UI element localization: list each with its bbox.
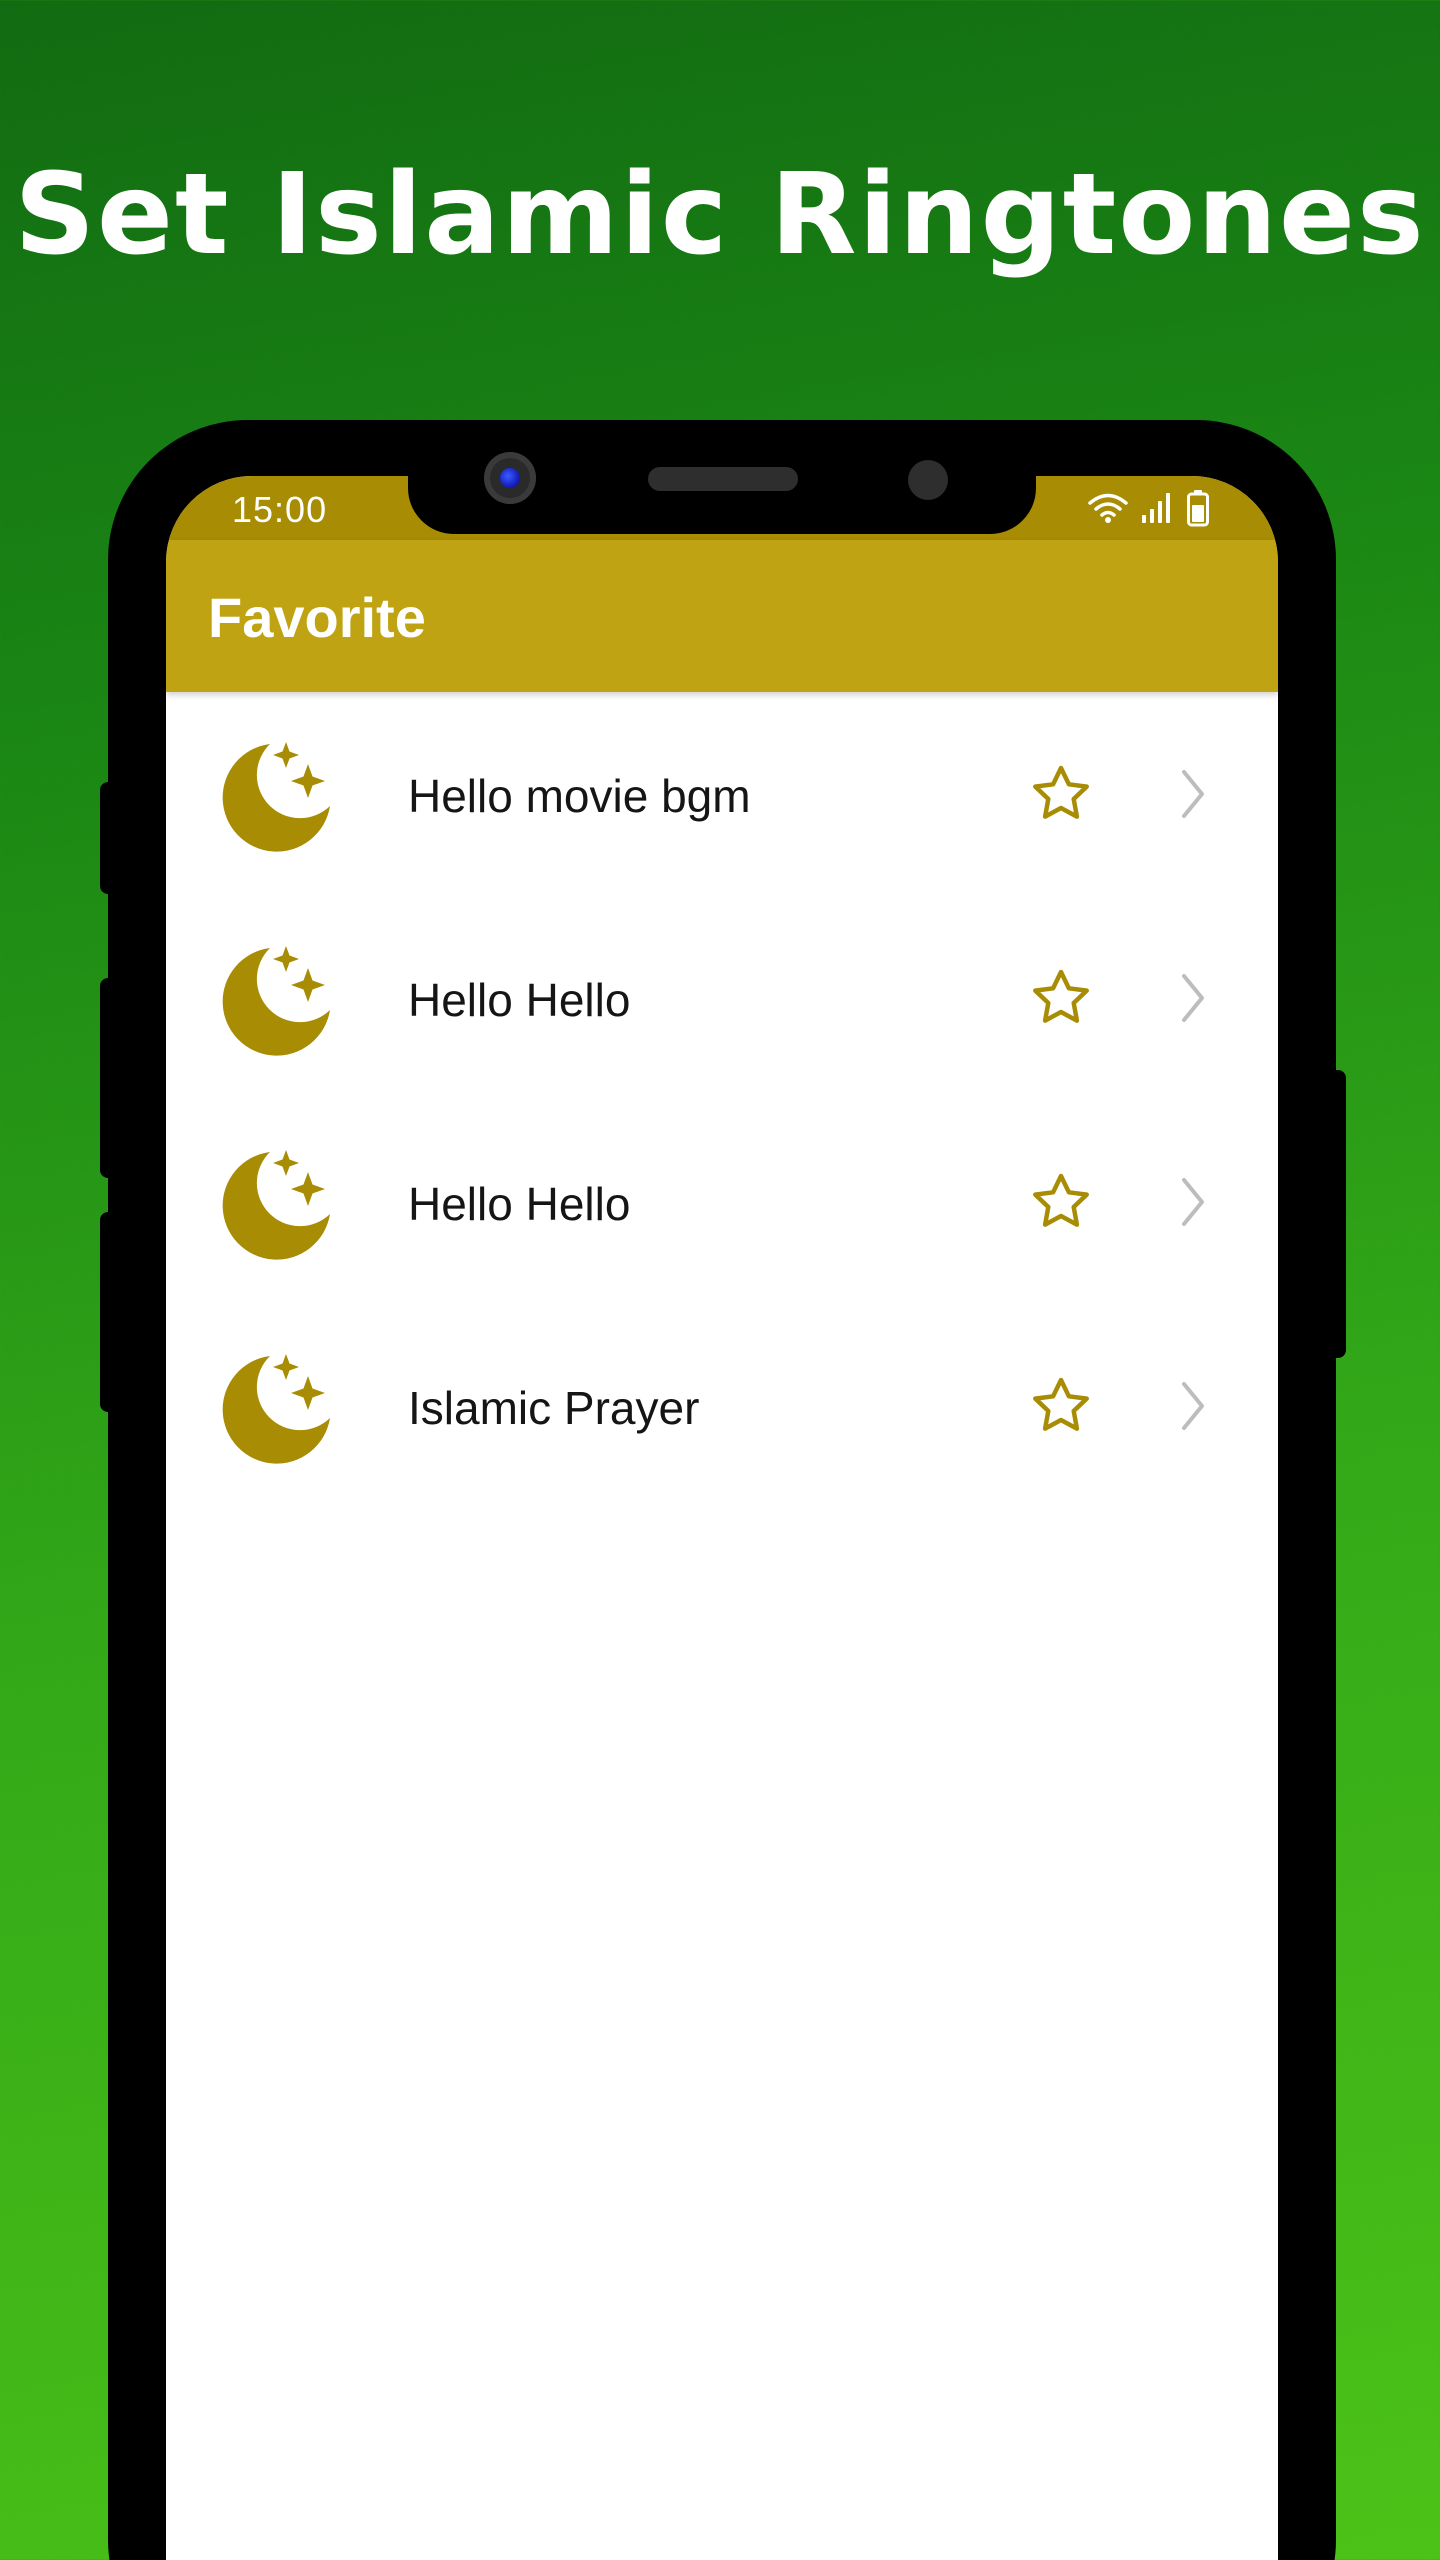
list-item-title: Hello Hello <box>408 974 631 1026</box>
app-bar: Favorite <box>166 540 1278 692</box>
list-item-title: Islamic Prayer <box>408 1382 700 1434</box>
chevron-right-icon[interactable] <box>1178 1176 1208 1228</box>
star-icon[interactable] <box>1030 1376 1092 1438</box>
moon-stars-icon <box>220 1350 332 1464</box>
list-item-title: Hello Hello <box>408 1178 631 1230</box>
promo-headline: Set Islamic Ringtones <box>14 150 1426 280</box>
chevron-right-icon[interactable] <box>1178 768 1208 820</box>
app-bar-title: Favorite <box>208 586 426 649</box>
chevron-right-icon[interactable] <box>1178 1380 1208 1432</box>
chevron-right-icon[interactable] <box>1178 972 1208 1024</box>
list-item-title: Hello movie bgm <box>408 770 751 822</box>
ringtone-list: Hello movie bgm Hello Hello Hello Hello … <box>166 692 1278 1508</box>
moon-stars-icon <box>220 1146 332 1260</box>
star-icon[interactable] <box>1030 968 1092 1030</box>
list-item[interactable]: Islamic Prayer <box>166 1304 1278 1508</box>
proximity-sensor <box>908 460 948 500</box>
signal-icon <box>1140 491 1174 530</box>
status-icons <box>1088 489 1210 532</box>
list-item[interactable]: Hello movie bgm <box>166 692 1278 896</box>
star-icon[interactable] <box>1030 1172 1092 1234</box>
moon-stars-icon <box>220 738 332 852</box>
list-item[interactable]: Hello Hello <box>166 896 1278 1100</box>
wifi-icon <box>1088 492 1128 529</box>
camera-lens-dot <box>500 468 520 488</box>
phone-screen: 15:00 Favorite Hello movie bgm Hello Hel… <box>166 476 1278 2560</box>
list-item[interactable]: Hello Hello <box>166 1100 1278 1304</box>
earpiece-speaker <box>648 467 798 491</box>
moon-stars-icon <box>220 942 332 1056</box>
status-time: 15:00 <box>232 489 328 530</box>
star-icon[interactable] <box>1030 764 1092 826</box>
battery-icon <box>1186 489 1210 532</box>
